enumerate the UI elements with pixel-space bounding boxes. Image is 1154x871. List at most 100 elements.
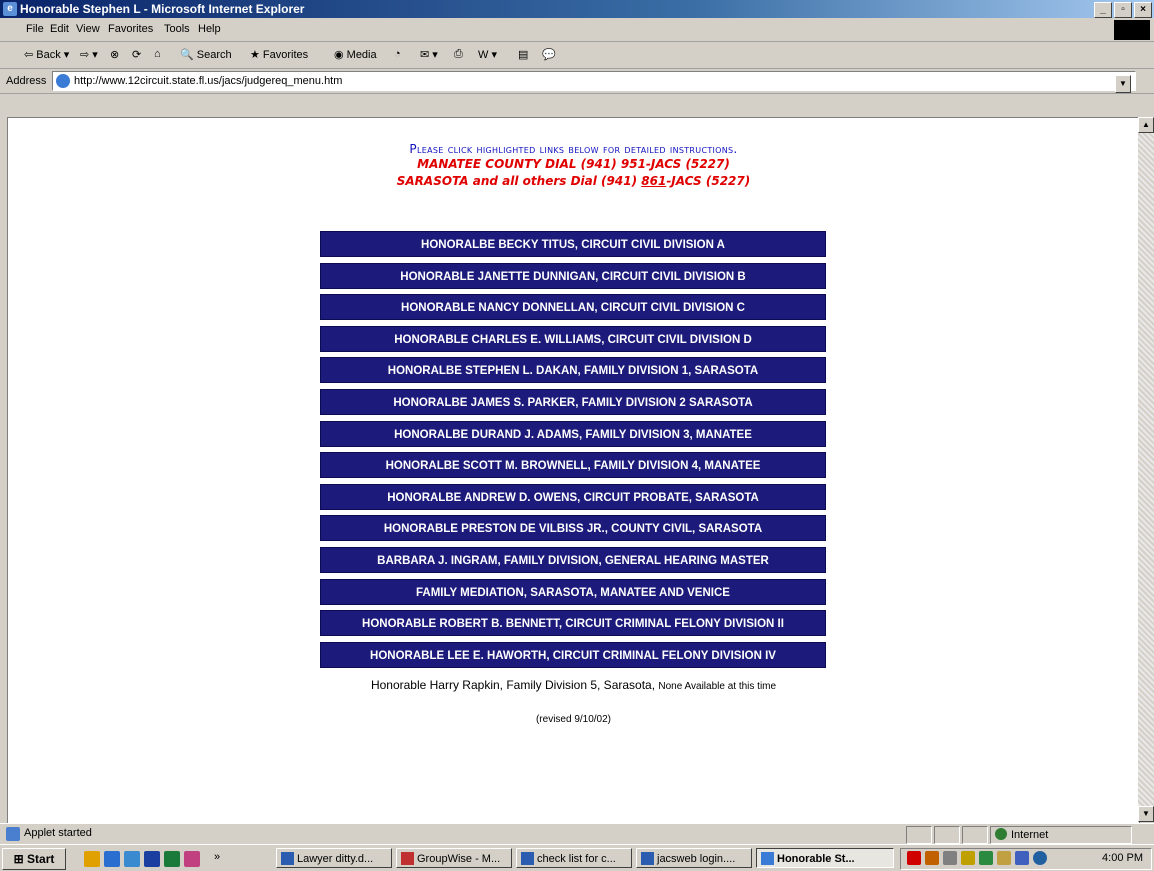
network-icon[interactable]	[979, 851, 993, 865]
media-button[interactable]: ◉ Media	[334, 48, 377, 61]
task-jacsweb-login[interactable]: jacsweb login....	[636, 848, 752, 868]
desktop-icon[interactable]	[84, 851, 100, 867]
page-status-icon	[6, 827, 20, 841]
volume-icon[interactable]	[943, 851, 957, 865]
ie-icon: e	[3, 2, 17, 16]
status-cell	[906, 826, 932, 844]
search-label: Search	[196, 49, 232, 61]
word-doc-icon	[521, 852, 534, 865]
page-icon	[56, 74, 70, 88]
address-dropdown-icon[interactable]: ▼	[1115, 75, 1131, 93]
excel-icon[interactable]	[164, 851, 180, 867]
print-icon[interactable]: ⎙	[454, 48, 463, 61]
globe-icon	[995, 828, 1007, 840]
tray-icon[interactable]	[1015, 851, 1029, 865]
window-title: Honorable Stephen L - Microsoft Internet…	[20, 2, 305, 16]
vertical-scrollbar[interactable]: ▲ ▼	[1138, 117, 1154, 822]
clock: 4:00 PM	[1102, 852, 1143, 864]
favorites-button[interactable]: ★ Favorites	[250, 48, 308, 61]
judge-button[interactable]: HONORALBE SCOTT M. BROWNELL, FAMILY DIVI…	[320, 452, 826, 479]
back-button[interactable]: ⇦ Back ▾	[24, 48, 69, 61]
standard-toolbar: ⇦ Back ▾ ⇨ ▾ ⊗ ⟳ ⌂ 🔍 Search ★ Favorites …	[0, 42, 1154, 69]
system-tray: 4:00 PM	[900, 848, 1152, 870]
word-icon[interactable]	[144, 851, 160, 867]
address-url: http://www.12circuit.state.fl.us/jacs/ju…	[74, 75, 343, 87]
maximize-button[interactable]: ▫	[1114, 2, 1132, 18]
status-cell	[962, 826, 988, 844]
norton-icon[interactable]	[907, 851, 921, 865]
ie-task-icon	[761, 852, 774, 865]
ie-quicklaunch-icon[interactable]	[104, 851, 120, 867]
judge-button[interactable]: HONORABLE NANCY DONNELLAN, CIRCUIT CIVIL…	[320, 294, 826, 321]
discuss-icon[interactable]: ▤	[518, 48, 528, 61]
sarasota-phone: SARASOTA and all others Dial (941) 861-J…	[396, 174, 751, 188]
refresh-icon[interactable]: ⟳	[132, 48, 141, 61]
judge-button[interactable]: HONORALBE ANDREW D. OWENS, CIRCUIT PROBA…	[320, 483, 826, 510]
revised-date: (revised 9/10/02)	[535, 714, 612, 725]
back-label: Back	[36, 49, 61, 61]
word-doc-icon	[641, 852, 654, 865]
judge-button[interactable]: HONORALBE BECKY TITUS, CIRCUIT CIVIL DIV…	[320, 231, 826, 257]
judge-button[interactable]: HONORABLE CHARLES E. WILLIAMS, CIRCUIT C…	[320, 325, 826, 352]
menu-favorites[interactable]: Favorites	[108, 23, 153, 35]
instructions-heading: Please click highlighted links below for…	[409, 142, 738, 156]
judge-button[interactable]: HONORALBE STEPHEN L. DAKAN, FAMILY DIVIS…	[320, 357, 826, 384]
status-bar: Applet started Internet	[0, 823, 1154, 844]
history-icon[interactable]: ◔	[394, 48, 401, 60]
menu-help[interactable]: Help	[198, 23, 221, 35]
judge-button[interactable]: HONORABLE JANETTE DUNNIGAN, CIRCUIT CIVI…	[320, 262, 826, 289]
tray-icon[interactable]	[997, 851, 1011, 865]
unavailable-note: Honorable Harry Rapkin, Family Division …	[370, 678, 777, 692]
task-lawyer-ditty[interactable]: Lawyer ditty.d...	[276, 848, 392, 868]
title-bar: e Honorable Stephen L - Microsoft Intern…	[0, 0, 1154, 18]
scroll-down-icon[interactable]: ▼	[1138, 806, 1154, 822]
judge-button[interactable]: HONORALBE JAMES S. PARKER, FAMILY DIVISI…	[320, 388, 826, 415]
groupwise-icon	[401, 852, 414, 865]
outlook-icon[interactable]	[124, 851, 140, 867]
menu-tools[interactable]: Tools	[164, 23, 190, 35]
search-button[interactable]: 🔍 Search	[180, 48, 232, 61]
menu-bar: File Edit View Favorites Tools Help	[0, 19, 1154, 42]
judge-button[interactable]: HONORABLE PRESTON DE VILBISS JR., COUNTY…	[320, 515, 826, 542]
globe-tray-icon[interactable]	[1033, 851, 1047, 865]
home-icon[interactable]: ⌂	[154, 48, 161, 60]
stop-icon[interactable]: ⊗	[110, 48, 119, 61]
address-input[interactable]: http://www.12circuit.state.fl.us/jacs/ju…	[52, 71, 1136, 93]
security-zone: Internet	[990, 826, 1132, 844]
favorites-label: Favorites	[262, 49, 309, 61]
judge-button[interactable]: HONORABLE ROBERT B. BENNETT, CIRCUIT CRI…	[320, 610, 826, 637]
start-button[interactable]: ⊞ Start	[2, 848, 66, 870]
edit-icon[interactable]: W ▾	[478, 48, 497, 61]
menu-view[interactable]: View	[76, 23, 100, 35]
scroll-up-icon[interactable]: ▲	[1138, 117, 1154, 133]
menu-file[interactable]: File	[26, 23, 44, 35]
chevron-icon[interactable]: »	[214, 851, 220, 863]
window-controls: _ ▫ ×	[1094, 2, 1152, 18]
close-button[interactable]: ×	[1134, 2, 1152, 18]
judge-button[interactable]: BARBARA J. INGRAM, FAMILY DIVISION, GENE…	[320, 546, 826, 573]
page-content: Please click highlighted links below for…	[7, 117, 1140, 824]
media-label: Media	[346, 49, 377, 61]
messenger-icon[interactable]: 💬	[542, 48, 556, 61]
judge-button-list: HONORALBE BECKY TITUS, CIRCUIT CIVIL DIV…	[320, 231, 826, 673]
judge-button[interactable]: FAMILY MEDIATION, SARASOTA, MANATEE AND …	[320, 578, 826, 605]
task-check-list[interactable]: check list for c...	[516, 848, 632, 868]
minimize-button[interactable]: _	[1094, 2, 1112, 18]
task-groupwise[interactable]: GroupWise - M...	[396, 848, 512, 868]
judge-button[interactable]: HONORABLE LEE E. HAWORTH, CIRCUIT CRIMIN…	[320, 641, 826, 668]
address-label: Address	[6, 75, 47, 87]
status-text: Applet started	[24, 827, 92, 839]
status-cell	[934, 826, 960, 844]
mail-icon[interactable]: ✉ ▾	[420, 48, 438, 61]
forward-button[interactable]: ⇨ ▾	[80, 48, 98, 61]
printer-tray-icon[interactable]	[961, 851, 975, 865]
task-honorable[interactable]: Honorable St...	[756, 848, 894, 868]
menu-edit[interactable]: Edit	[50, 23, 69, 35]
app-icon[interactable]	[184, 851, 200, 867]
address-bar: Address http://www.12circuit.state.fl.us…	[0, 69, 1154, 94]
judge-button[interactable]: HONORALBE DURAND J. ADAMS, FAMILY DIVISI…	[320, 420, 826, 447]
manatee-phone: MANATEE COUNTY DIAL (941) 951-JACS (5227…	[417, 157, 730, 171]
tray-icon[interactable]	[925, 851, 939, 865]
word-doc-icon	[281, 852, 294, 865]
taskbar: ⊞ Start » Lawyer ditty.d... GroupWise - …	[0, 844, 1154, 871]
